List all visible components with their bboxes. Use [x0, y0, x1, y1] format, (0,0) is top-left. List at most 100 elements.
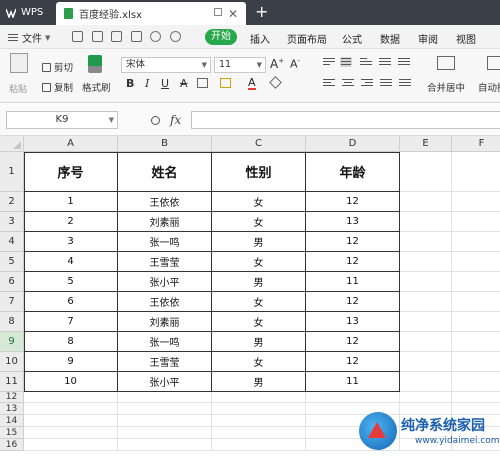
- tab-data[interactable]: 数据: [380, 31, 400, 46]
- app-tab[interactable]: WPS: [0, 0, 56, 25]
- column-header[interactable]: F: [452, 136, 500, 152]
- row-header[interactable]: 6: [0, 272, 24, 292]
- underline-icon[interactable]: U: [161, 77, 169, 90]
- fx-label[interactable]: fx: [170, 113, 181, 127]
- row-header[interactable]: 10: [0, 352, 24, 372]
- print-preview-icon[interactable]: [131, 31, 142, 42]
- table-cell[interactable]: 男: [212, 272, 306, 292]
- cell[interactable]: [118, 439, 212, 451]
- copy-button[interactable]: 复制: [42, 80, 73, 94]
- font-name-select[interactable]: 宋体 ▼: [121, 57, 211, 73]
- table-cell[interactable]: 1: [24, 192, 118, 212]
- row-header[interactable]: 14: [0, 415, 24, 427]
- table-header-cell[interactable]: 序号: [24, 152, 118, 192]
- column-header[interactable]: D: [306, 136, 400, 152]
- row-header[interactable]: 16: [0, 439, 24, 451]
- tab-view[interactable]: 视图: [456, 31, 476, 46]
- file-menu[interactable]: 文件 ▼: [8, 30, 50, 45]
- row-header[interactable]: 15: [0, 427, 24, 439]
- table-cell[interactable]: 张一鸣: [118, 232, 212, 252]
- cell[interactable]: [212, 415, 306, 427]
- cell[interactable]: [400, 292, 452, 312]
- print-icon[interactable]: [111, 31, 122, 42]
- cell[interactable]: [452, 352, 500, 372]
- cell[interactable]: [400, 252, 452, 272]
- align-right-icon[interactable]: [361, 79, 373, 89]
- cell[interactable]: [452, 232, 500, 252]
- cell[interactable]: [400, 352, 452, 372]
- table-cell[interactable]: 3: [24, 232, 118, 252]
- table-cell[interactable]: 2: [24, 212, 118, 232]
- merge-center-icon[interactable]: [437, 56, 455, 70]
- row-header[interactable]: 3: [0, 212, 24, 232]
- indent-icon[interactable]: [379, 58, 391, 68]
- cut-button[interactable]: 剪切: [42, 60, 73, 74]
- cell[interactable]: [452, 332, 500, 352]
- row-header[interactable]: 4: [0, 232, 24, 252]
- distribute-icon[interactable]: [399, 79, 411, 89]
- strikethrough-icon[interactable]: A: [180, 77, 188, 90]
- table-cell[interactable]: 张小平: [118, 272, 212, 292]
- table-cell[interactable]: 8: [24, 332, 118, 352]
- table-cell[interactable]: 刘素丽: [118, 212, 212, 232]
- row-header[interactable]: 5: [0, 252, 24, 272]
- redo-icon[interactable]: [170, 31, 181, 42]
- row-header[interactable]: 1: [0, 152, 24, 192]
- table-cell[interactable]: 13: [306, 212, 400, 232]
- table-cell[interactable]: 王依依: [118, 292, 212, 312]
- align-left-icon[interactable]: [323, 79, 335, 89]
- table-cell[interactable]: 女: [212, 292, 306, 312]
- align-center-icon[interactable]: [342, 79, 354, 89]
- table-cell[interactable]: 11: [306, 372, 400, 392]
- font-color-icon[interactable]: A: [248, 77, 256, 90]
- row-header[interactable]: 8: [0, 312, 24, 332]
- cell[interactable]: [24, 403, 118, 415]
- table-cell[interactable]: 4: [24, 252, 118, 272]
- table-cell[interactable]: 12: [306, 252, 400, 272]
- table-cell[interactable]: 张小平: [118, 372, 212, 392]
- table-cell[interactable]: 7: [24, 312, 118, 332]
- cell[interactable]: [400, 152, 452, 192]
- cell[interactable]: [118, 427, 212, 439]
- cell[interactable]: [212, 427, 306, 439]
- table-cell[interactable]: 王雪莹: [118, 352, 212, 372]
- row-header[interactable]: 7: [0, 292, 24, 312]
- table-cell[interactable]: 13: [306, 312, 400, 332]
- table-cell[interactable]: 男: [212, 332, 306, 352]
- row-header[interactable]: 12: [0, 392, 24, 403]
- align-top-icon[interactable]: [323, 58, 335, 68]
- table-cell[interactable]: 12: [306, 192, 400, 212]
- cell[interactable]: [212, 439, 306, 451]
- cell[interactable]: [118, 415, 212, 427]
- table-cell[interactable]: 5: [24, 272, 118, 292]
- merge-center-button[interactable]: 合并居中: [427, 80, 465, 94]
- decrease-font-icon[interactable]: A-: [290, 57, 300, 71]
- cell[interactable]: [400, 392, 452, 403]
- cell[interactable]: [212, 403, 306, 415]
- tab-start[interactable]: 开始: [205, 29, 237, 45]
- format-painter-label[interactable]: 格式刷: [82, 80, 111, 94]
- export-pdf-icon[interactable]: [92, 31, 103, 42]
- save-icon[interactable]: [72, 31, 83, 42]
- table-cell[interactable]: 12: [306, 232, 400, 252]
- table-cell[interactable]: 9: [24, 352, 118, 372]
- cell[interactable]: [118, 392, 212, 403]
- cell[interactable]: [24, 427, 118, 439]
- cell[interactable]: [400, 332, 452, 352]
- new-tab-button[interactable]: +: [255, 2, 268, 21]
- font-size-select[interactable]: 11 ▼: [214, 57, 266, 73]
- tab-formulas[interactable]: 公式: [342, 31, 362, 46]
- cell[interactable]: [400, 232, 452, 252]
- table-cell[interactable]: 女: [212, 212, 306, 232]
- justify-icon[interactable]: [380, 79, 392, 89]
- table-cell[interactable]: 6: [24, 292, 118, 312]
- cell[interactable]: [452, 392, 500, 403]
- file-tab[interactable]: 百度经验.xlsx ✕: [56, 2, 246, 25]
- table-cell[interactable]: 张一鸣: [118, 332, 212, 352]
- table-cell[interactable]: 12: [306, 292, 400, 312]
- fill-color-icon[interactable]: [220, 78, 231, 88]
- cell[interactable]: [24, 415, 118, 427]
- column-header[interactable]: A: [24, 136, 118, 152]
- table-cell[interactable]: 女: [212, 252, 306, 272]
- cell[interactable]: [212, 392, 306, 403]
